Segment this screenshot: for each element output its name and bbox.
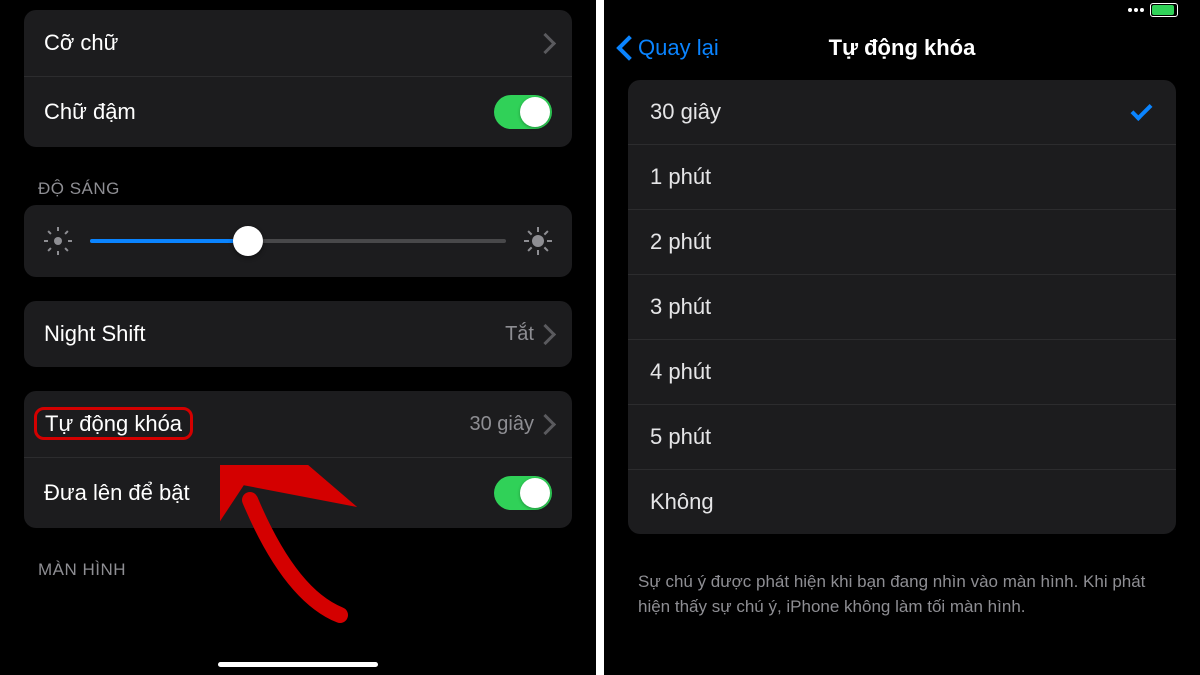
option-label: 1 phút [650, 164, 1154, 190]
auto-lock-option[interactable]: 1 phút [628, 144, 1176, 209]
night-shift-value: Tắt [505, 323, 534, 346]
option-label: 4 phút [650, 359, 1154, 385]
auto-lock-highlight: Tự động khóa [34, 407, 193, 440]
chevron-right-icon [542, 415, 552, 433]
checkmark-icon [1130, 100, 1154, 124]
chevron-right-icon [542, 325, 552, 343]
auto-lock-label: Tự động khóa [44, 411, 470, 437]
brightness-thumb[interactable] [233, 226, 263, 256]
option-label: 2 phút [650, 229, 1154, 255]
raise-to-wake-row[interactable]: Đưa lên để bật [24, 457, 572, 528]
auto-lock-option[interactable]: 30 giây [628, 80, 1176, 144]
footer-description: Sự chú ý được phát hiện khi bạn đang nhì… [604, 558, 1200, 619]
chevron-left-icon [616, 37, 634, 59]
auto-lock-options-screen: Quay lại Tự động khóa 30 giây 1 phút 2 phú… [604, 0, 1200, 675]
auto-lock-option[interactable]: 4 phút [628, 339, 1176, 404]
status-bar-right [1128, 3, 1178, 17]
bold-text-label: Chữ đậm [44, 99, 494, 125]
auto-lock-value: 30 giây [470, 413, 535, 436]
sun-high-icon [524, 227, 552, 255]
auto-lock-option[interactable]: 2 phút [628, 209, 1176, 274]
battery-icon [1150, 3, 1178, 17]
night-shift-group: Night Shift Tắt [24, 301, 572, 367]
option-label: Không [650, 489, 1154, 515]
sun-low-icon [44, 227, 72, 255]
back-label: Quay lại [638, 35, 719, 61]
auto-lock-option[interactable]: 5 phút [628, 404, 1176, 469]
raise-to-wake-toggle[interactable] [494, 476, 552, 510]
auto-lock-row[interactable]: Tự động khóa 30 giây [24, 391, 572, 457]
text-size-row[interactable]: Cỡ chữ [24, 10, 572, 76]
brightness-slider[interactable] [90, 239, 506, 243]
chevron-right-icon [542, 34, 552, 52]
cellular-icon [1128, 8, 1144, 12]
auto-lock-options-group: 30 giây 1 phút 2 phút 3 phút 4 phút 5 phút Khô… [628, 80, 1176, 534]
option-label: 5 phút [650, 424, 1154, 450]
option-label: 3 phút [650, 294, 1154, 320]
text-size-label: Cỡ chữ [44, 30, 542, 56]
auto-lock-option[interactable]: 3 phút [628, 274, 1176, 339]
brightness-group [24, 205, 572, 277]
bold-text-row[interactable]: Chữ đậm [24, 76, 572, 147]
lock-group: Tự động khóa 30 giây Đưa lên để bật [24, 391, 572, 528]
night-shift-row[interactable]: Night Shift Tắt [24, 301, 572, 367]
home-indicator[interactable] [218, 662, 378, 667]
brightness-slider-row[interactable] [24, 205, 572, 277]
raise-to-wake-label: Đưa lên để bật [44, 480, 494, 506]
display-settings-screen: Cỡ chữ Chữ đậm ĐỘ SÁNG Night Shift Tắt [0, 0, 596, 675]
brightness-header: ĐỘ SÁNG [0, 171, 596, 205]
back-button[interactable]: Quay lại [616, 35, 719, 61]
option-label: 30 giây [650, 99, 1130, 125]
navigation-bar: Quay lại Tự động khóa [604, 20, 1200, 80]
text-group: Cỡ chữ Chữ đậm [24, 10, 572, 147]
night-shift-label: Night Shift [44, 321, 505, 347]
screen-header: MÀN HÌNH [0, 552, 596, 586]
auto-lock-option[interactable]: Không [628, 469, 1176, 534]
bold-text-toggle[interactable] [494, 95, 552, 129]
